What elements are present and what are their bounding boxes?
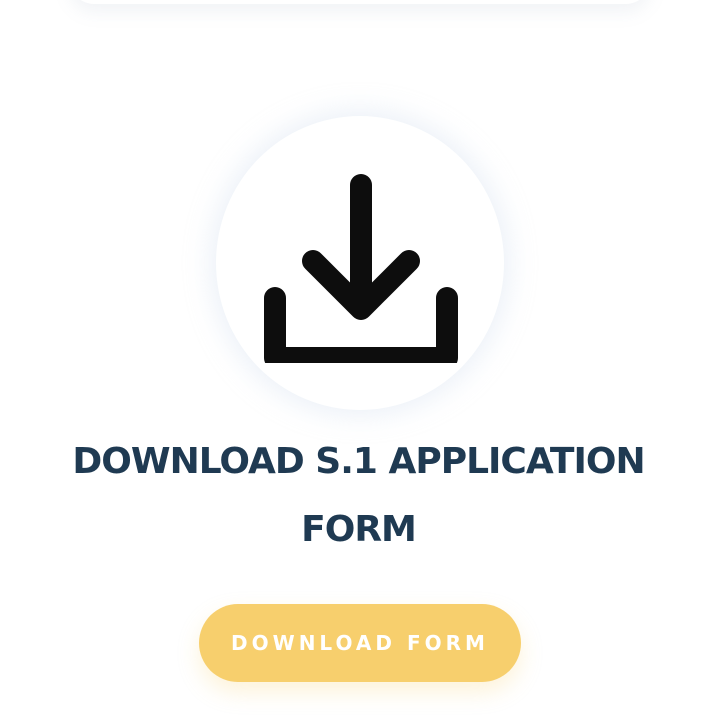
previous-card-edge: [70, 0, 650, 4]
icon-circle: [216, 116, 504, 410]
download-icon: [264, 174, 458, 363]
download-form-button[interactable]: DOWNLOAD FORM: [199, 604, 521, 682]
download-form-card: DOWNLOAD S.1 APPLICATION FORM DOWNLOAD F…: [0, 0, 717, 728]
form-title: DOWNLOAD S.1 APPLICATION FORM: [72, 441, 645, 550]
